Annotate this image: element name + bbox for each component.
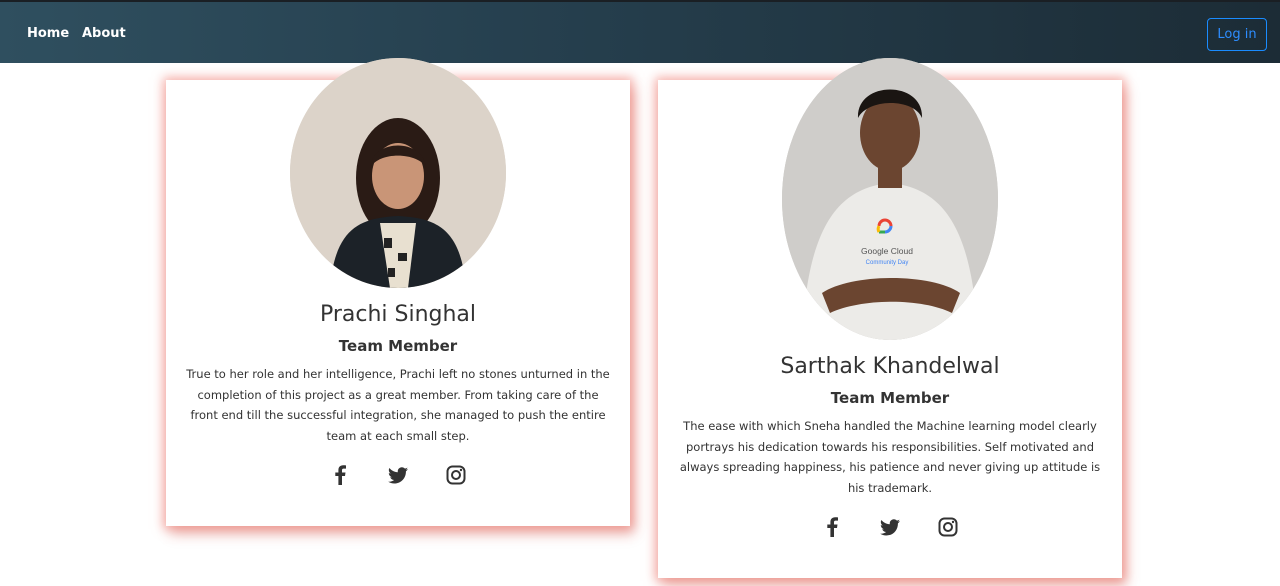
login-button[interactable]: Log in bbox=[1207, 18, 1267, 51]
member-bio: True to her role and her intelligence, P… bbox=[186, 367, 610, 443]
nav-about-link[interactable]: About bbox=[82, 26, 126, 41]
social-links bbox=[658, 516, 1122, 538]
member-bio: The ease with which Sneha handled the Ma… bbox=[679, 419, 1101, 495]
social-links bbox=[166, 464, 630, 486]
member-name: Sarthak Khandelwal bbox=[780, 354, 1000, 379]
member-photo-sarthak: Google Cloud Community Day bbox=[782, 58, 998, 340]
shirt-text: Google Cloud bbox=[861, 246, 913, 256]
member-role: Team Member bbox=[338, 337, 458, 355]
twitter-icon[interactable] bbox=[879, 516, 901, 538]
twitter-icon[interactable] bbox=[387, 464, 409, 486]
member-name: Prachi Singhal bbox=[319, 302, 477, 327]
member-role: Team Member bbox=[830, 389, 950, 407]
facebook-icon[interactable] bbox=[329, 464, 351, 486]
nav-home-link[interactable]: Home bbox=[27, 26, 69, 41]
facebook-icon[interactable] bbox=[821, 516, 843, 538]
instagram-icon[interactable] bbox=[445, 464, 467, 486]
instagram-icon[interactable] bbox=[937, 516, 959, 538]
shirt-subtext: Community Day bbox=[866, 260, 909, 266]
member-photo-prachi bbox=[290, 58, 506, 288]
navbar: Home About Log in bbox=[0, 0, 1280, 63]
